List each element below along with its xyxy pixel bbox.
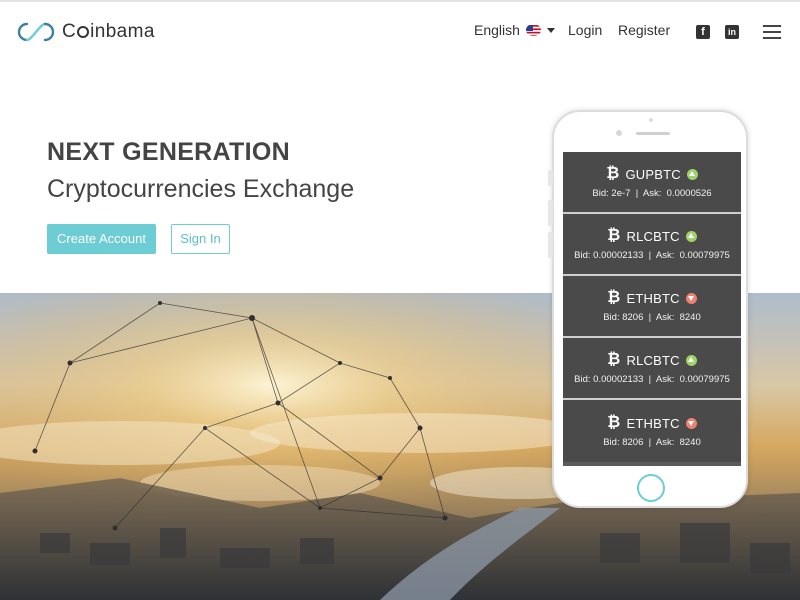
hamburger-menu-icon[interactable] (763, 25, 781, 39)
infinity-logo-icon (17, 22, 55, 42)
ticker-quote: Bid: 8206 | Ask: 8240 (603, 437, 701, 448)
ticker-card[interactable]: ₿ RLCBTC Bid: 0.00002133 | Ask: 0.00079975 (563, 338, 741, 400)
trend-up-icon (686, 168, 698, 180)
phone-mockup: ₿ GUPBTC Bid: 2e-7 | Ask: 0.0000526 ₿ RLCBTC… (548, 110, 748, 508)
facebook-icon[interactable]: f (696, 25, 710, 39)
ticker-quote: Bid: 0.00002133 | Ask: 0.00079975 (574, 374, 730, 385)
phone-side-button (548, 200, 553, 226)
brand-logo[interactable]: Cinbama (16, 20, 155, 44)
phone-camera (616, 130, 622, 136)
bitcoin-icon: ₿ (607, 414, 621, 431)
bitcoin-icon: ₿ (607, 227, 621, 244)
login-link[interactable]: Login (568, 22, 602, 38)
ticker-pair: RLCBTC (626, 228, 680, 244)
phone-screen: ₿ GUPBTC Bid: 2e-7 | Ask: 0.0000526 ₿ RLCBTC… (563, 152, 741, 466)
create-account-button[interactable]: Create Account (47, 224, 156, 254)
ticker-card[interactable]: ₿ RLCBTC Bid: 0.00002133 | Ask: 0.00079975 (563, 214, 741, 276)
ticker-card[interactable]: ₿ ETHBTC Bid: 8206 | Ask: 8240 (563, 400, 741, 462)
phone-side-button (548, 232, 553, 258)
trend-down-icon (685, 417, 697, 429)
ticker-header: ₿ RLCBTC (607, 227, 697, 245)
language-label: English (474, 22, 520, 38)
bitcoin-icon: ₿ (606, 165, 620, 182)
chevron-down-icon (546, 27, 555, 33)
trend-up-icon (685, 230, 697, 242)
ticker-card[interactable]: ₿ GUPBTC Bid: 2e-7 | Ask: 0.0000526 (563, 152, 741, 214)
ticker-quote: Bid: 2e-7 | Ask: 0.0000526 (592, 188, 712, 199)
phone-side-button (548, 170, 553, 186)
ticker-pair: ETHBTC (626, 290, 680, 306)
ticker-header: ₿ ETHBTC (607, 414, 697, 432)
ticker-header: ₿ GUPBTC (606, 165, 698, 183)
register-link[interactable]: Register (618, 22, 670, 38)
hero-subtitle: Cryptocurrencies Exchange (47, 175, 355, 203)
linkedin-icon[interactable]: in (725, 25, 739, 39)
ticker-pair: GUPBTC (625, 166, 681, 182)
hero-title: NEXT GENERATION (47, 138, 290, 166)
ticker-pair: ETHBTC (626, 415, 680, 431)
trend-up-icon (685, 354, 697, 366)
language-selector[interactable]: English (474, 22, 555, 38)
o-ring-glyph (77, 26, 90, 38)
phone-sensor (649, 118, 653, 122)
ticker-quote: Bid: 8206 | Ask: 8240 (603, 312, 701, 323)
ticker-header: ₿ ETHBTC (607, 289, 697, 307)
ticker-card[interactable]: ₿ ETHBTC Bid: 8206 | Ask: 8240 (563, 276, 741, 338)
sign-in-button[interactable]: Sign In (171, 224, 230, 254)
ticker-quote: Bid: 0.00002133 | Ask: 0.00079975 (574, 250, 730, 261)
us-flag-icon (525, 24, 541, 36)
phone-home-button (637, 474, 665, 502)
site-header: Cinbama English Login Register f in (0, 2, 800, 60)
ticker-pair: RLCBTC (626, 352, 680, 368)
trend-down-icon (685, 292, 697, 304)
ticker-header: ₿ RLCBTC (607, 351, 697, 369)
bitcoin-icon: ₿ (607, 289, 621, 306)
bitcoin-icon: ₿ (607, 351, 621, 368)
brand-name: Cinbama (62, 21, 155, 42)
phone-speaker (636, 132, 670, 135)
